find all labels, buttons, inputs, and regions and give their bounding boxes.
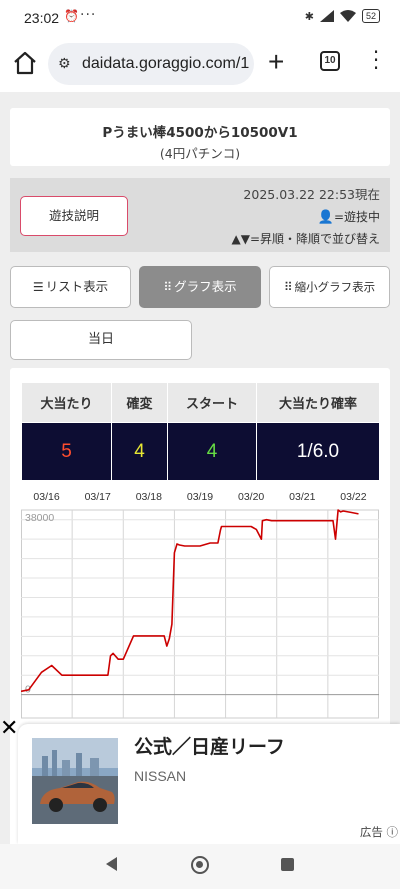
grid-icon: ⠿ (163, 280, 173, 294)
rules-button[interactable]: 遊技説明 (20, 196, 128, 236)
bluetooth-icon: ✱ (304, 9, 314, 23)
back-icon[interactable] (106, 857, 117, 871)
machine-title-card: Pうまい棒4500から10500V1 (4円パチンコ) (10, 108, 390, 166)
x-tick-label: 03/16 (33, 491, 59, 503)
person-icon: 👤 (317, 210, 334, 225)
grid-small-icon: ⠿ (283, 280, 293, 294)
ad-label-text: 広告 (359, 825, 383, 839)
recent-apps-icon[interactable] (281, 858, 294, 871)
tab-switcher-button[interactable]: 10 (320, 51, 340, 71)
ad-car-image-graphic (32, 738, 118, 824)
status-more: ··· (80, 7, 97, 23)
browser-toolbar: ⚙ daidata.goraggio.com/1 + 10 · · · (0, 36, 400, 92)
playing-legend: 👤=遊技中 (318, 208, 380, 225)
stats-header-kakuhen[interactable]: 確変 (111, 382, 168, 423)
stats-value-probability: 1/6.0 (256, 422, 380, 481)
battery-icon: 52 (361, 9, 380, 23)
ad-brand[interactable]: NISSAN (134, 768, 186, 784)
x-tick-label: 03/20 (238, 491, 264, 503)
graph-view-label: グラフ表示 (174, 279, 237, 294)
small-graph-view-button[interactable]: ⠿ 縮小グラフ表示 (269, 266, 390, 308)
stats-header-row: 大当たり 確変 スタート 大当たり確率 (21, 382, 380, 423)
browser-menu-icon[interactable]: · · · (366, 42, 386, 78)
machine-name: Pうまい棒4500から10500V1 (102, 125, 298, 141)
signal-icon (319, 10, 334, 22)
wifi-icon (339, 10, 356, 22)
home-circle-icon[interactable] (191, 856, 209, 874)
stats-table: 大当たり 確変 スタート 大当たり確率 5 4 4 1/6.0 (21, 382, 380, 481)
ad-label[interactable]: 広告 ⓘ (360, 824, 398, 840)
x-tick-label: 03/21 (289, 491, 315, 503)
day-select-button[interactable]: 当日 (10, 320, 192, 360)
stats-value-row: 5 4 4 1/6.0 (21, 422, 380, 481)
stats-value-start: 4 (167, 422, 257, 481)
home-icon[interactable] (12, 50, 38, 76)
system-nav-bar (0, 844, 400, 889)
sort-note: ▲▼=昇順・降順で並び替え (231, 232, 380, 246)
machine-category: (4円パチンコ) (159, 146, 241, 161)
chart-frame (21, 509, 379, 719)
stats-header-jackpot[interactable]: 大当たり (21, 382, 112, 423)
ad-banner[interactable]: 公式／日産リーフ NISSAN 広告 ⓘ (18, 724, 400, 844)
status-right: ✱ 52 (305, 9, 380, 23)
slump-graph: 03/16 03/17 03/18 03/19 03/20 03/21 03/22 38000… (21, 491, 379, 719)
ad-close-button[interactable]: ✕ (0, 718, 18, 740)
playing-label: =遊技中 (333, 210, 380, 224)
y-tick-label: 38000 (25, 512, 54, 524)
info-icon[interactable]: ⓘ (387, 825, 399, 839)
graph-view-button[interactable]: ⠿ グラフ表示 (139, 266, 261, 308)
x-tick-label: 03/19 (187, 491, 213, 503)
stats-value-jackpot: 5 (21, 422, 112, 481)
stats-value-kakuhen: 4 (111, 422, 168, 481)
update-datetime: 2025.03.22 22:53現在 (243, 187, 380, 202)
status-time: 23:02 (24, 10, 60, 26)
ad-title[interactable]: 公式／日産リーフ (134, 732, 285, 759)
x-tick-label: 03/18 (136, 491, 162, 503)
info-box: 遊技説明 2025.03.22 22:53現在 👤=遊技中 ▲▼=昇順・降順で並… (10, 178, 390, 252)
alarm-icon: ⏰ (64, 9, 79, 23)
new-tab-button[interactable]: + (268, 48, 284, 76)
list-icon: ☰ (32, 280, 44, 294)
list-view-button[interactable]: ☰ リスト表示 (10, 266, 131, 308)
stats-header-probability[interactable]: 大当たり確率 (256, 382, 380, 423)
x-tick-label: 03/22 (340, 491, 366, 503)
ad-car-image[interactable] (32, 738, 118, 824)
small-graph-view-label: 縮小グラフ表示 (294, 280, 376, 294)
list-view-label: リスト表示 (45, 279, 109, 294)
url-text[interactable]: daidata.goraggio.com/1 (82, 55, 249, 73)
x-tick-label: 03/17 (85, 491, 111, 503)
address-bar[interactable]: ⚙ daidata.goraggio.com/1 (48, 43, 254, 85)
status-bar: 23:02 ⏰ ··· ✱ 52 (0, 0, 400, 36)
site-settings-icon[interactable]: ⚙ (58, 56, 76, 72)
stats-header-start[interactable]: スタート (167, 382, 257, 423)
